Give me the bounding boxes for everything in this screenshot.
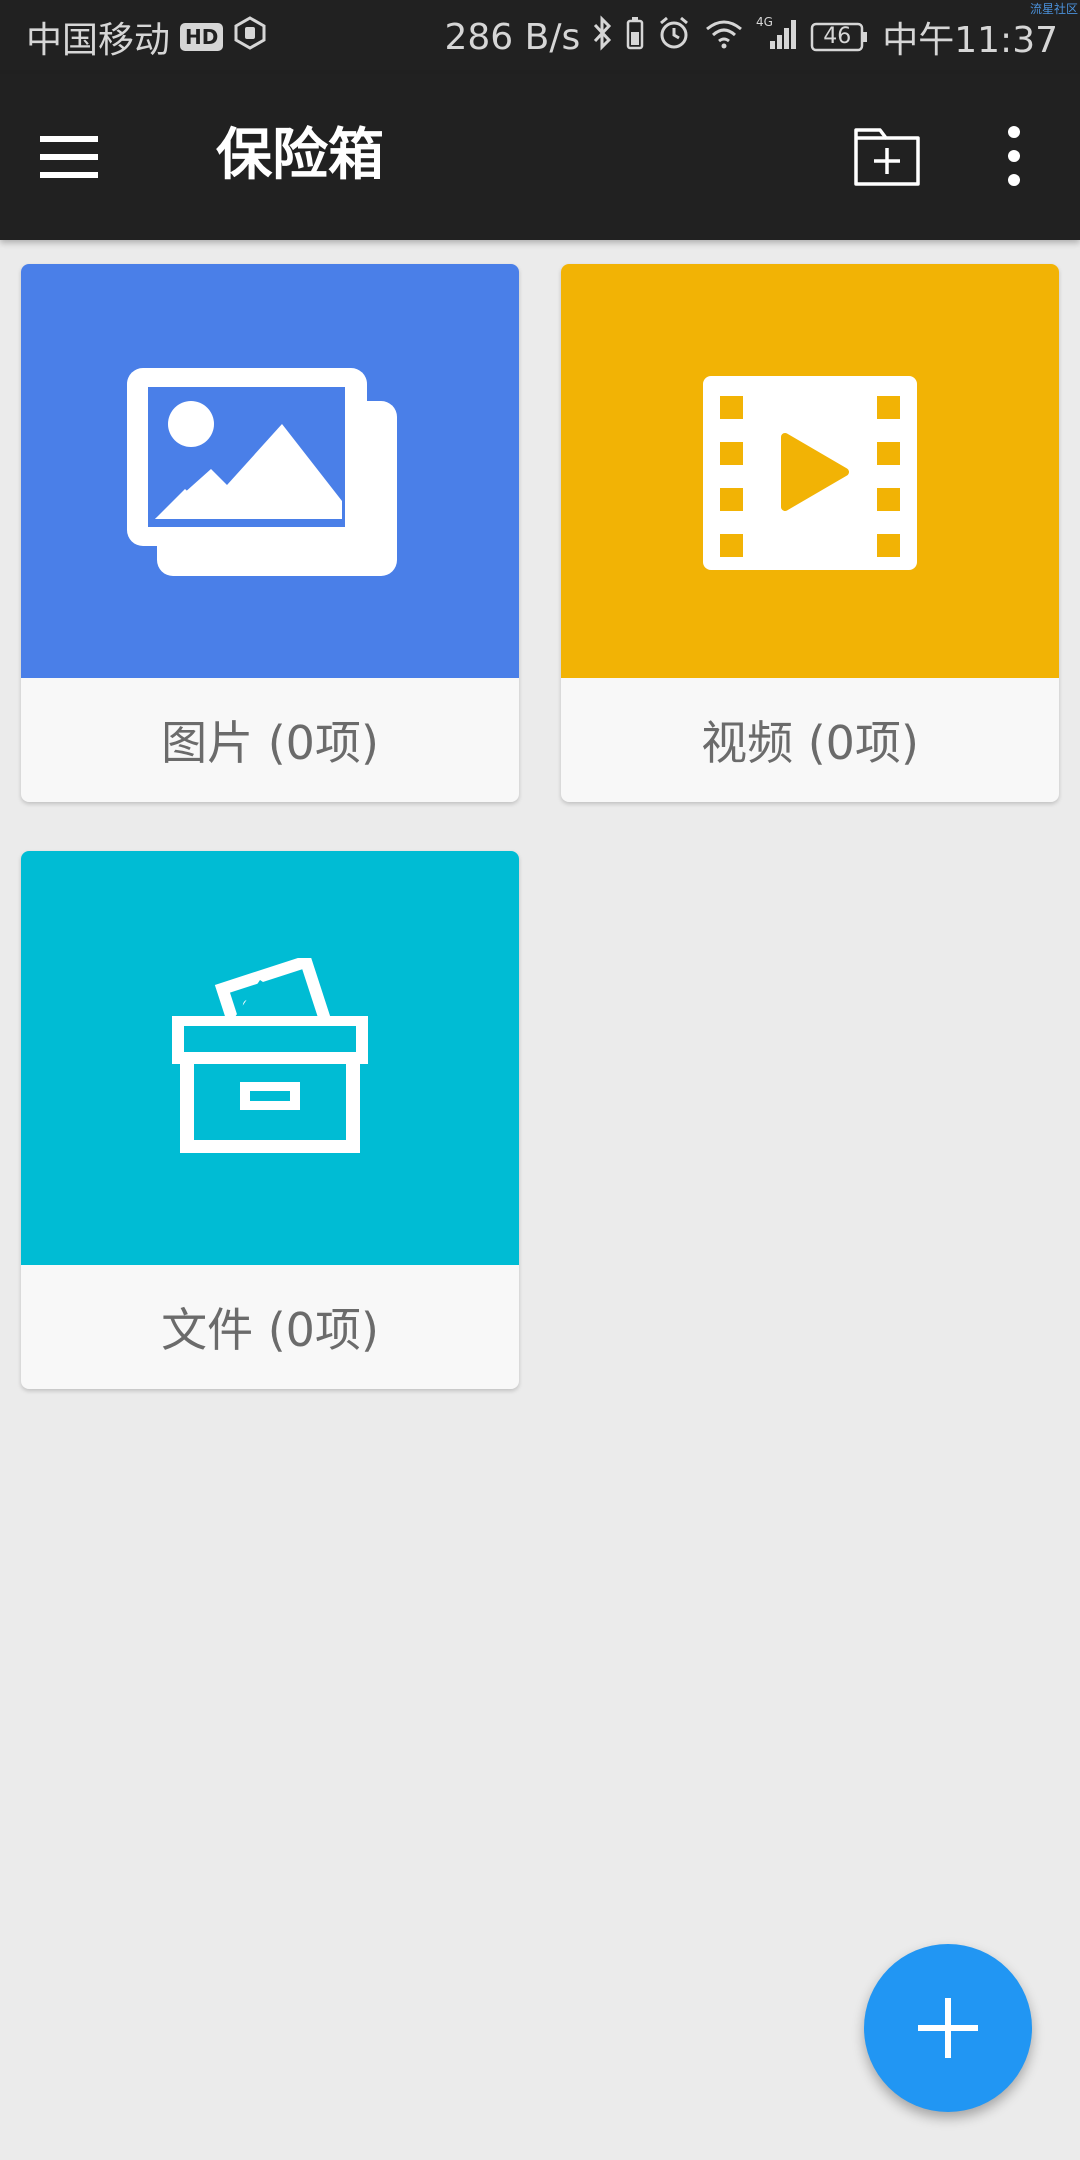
category-card-photos[interactable]: 图片 (0项) xyxy=(21,264,519,802)
add-fab-button[interactable] xyxy=(864,1944,1032,2112)
notification-icon xyxy=(233,15,267,59)
status-left: 中国移动 HD xyxy=(26,0,267,74)
menu-icon xyxy=(40,136,98,178)
page-title: 保险箱 xyxy=(216,123,384,188)
photos-card-cover xyxy=(21,264,519,678)
hd-badge: HD xyxy=(180,23,224,51)
alarm-icon xyxy=(656,15,692,60)
watermark-text: 流星社区 xyxy=(1029,2,1078,16)
network-type-label: 4G xyxy=(756,15,773,29)
app-bar: 保险箱 xyxy=(0,74,1080,240)
net-speed: 286 B/s xyxy=(444,16,581,58)
category-card-videos[interactable]: 视频 (0项) xyxy=(561,264,1059,802)
videos-card-label: 视频 (0项) xyxy=(701,716,919,770)
video-film-icon xyxy=(703,376,917,570)
files-card-cover xyxy=(21,851,519,1265)
menu-button[interactable] xyxy=(40,125,130,189)
status-right: 286 B/s 4G 46 中午11:37 xyxy=(445,0,1059,74)
status-bar: 中国移动 HD 286 B/s 4G 46 中午11:37 流星社区 xyxy=(0,0,1080,74)
new-folder-icon xyxy=(854,128,920,186)
carrier-name: 中国移动 xyxy=(26,20,171,61)
battery-saver-icon xyxy=(626,16,644,59)
bluetooth-icon xyxy=(592,14,614,60)
battery-level: 46 xyxy=(823,24,852,49)
battery-icon: 46 xyxy=(810,21,870,53)
photo-icon xyxy=(127,368,397,576)
plus-icon xyxy=(918,1998,978,2058)
more-vert-icon xyxy=(1008,126,1020,186)
files-card-label: 文件 (0项) xyxy=(161,1303,379,1357)
clock: 中午11:37 xyxy=(882,20,1058,61)
file-box-icon xyxy=(172,958,368,1153)
videos-card-cover xyxy=(561,264,1059,678)
new-folder-button[interactable] xyxy=(852,120,924,192)
wifi-icon xyxy=(704,17,744,58)
signal-icon: 4G xyxy=(756,15,798,60)
photos-card-label: 图片 (0项) xyxy=(161,716,379,770)
more-options-button[interactable] xyxy=(996,118,1032,194)
category-card-files[interactable]: 文件 (0项) xyxy=(21,851,519,1389)
